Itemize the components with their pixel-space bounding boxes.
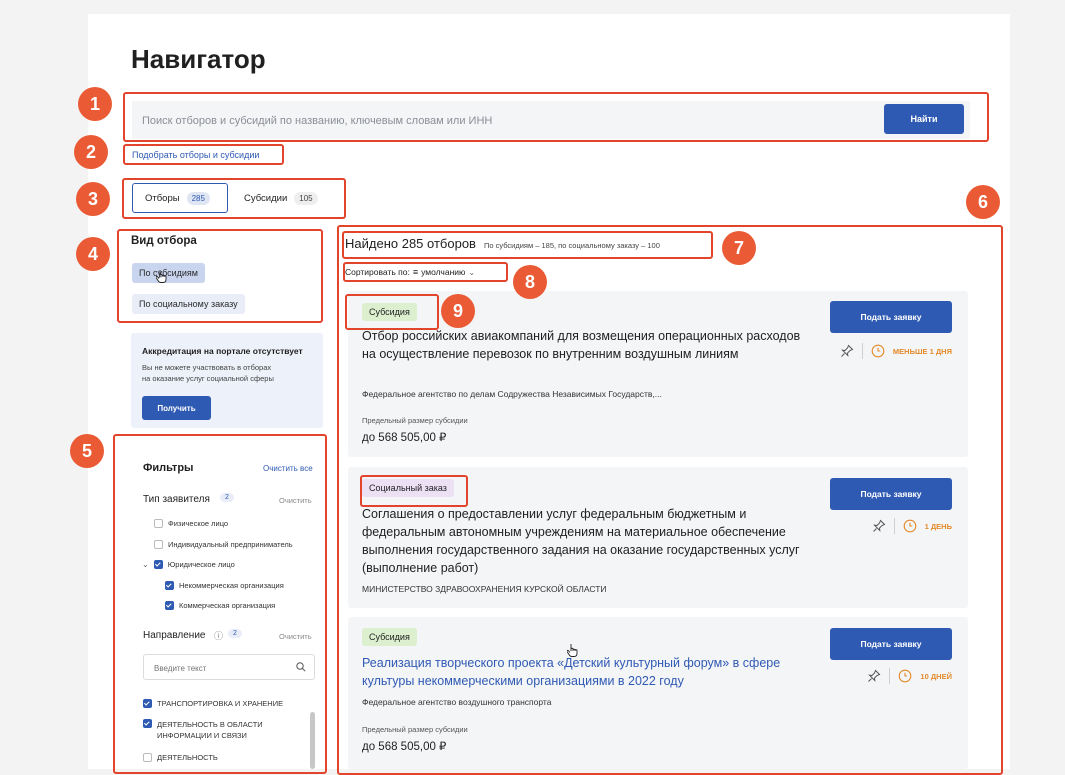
annotation-box bbox=[113, 434, 327, 774]
annotation-badge: 5 bbox=[70, 434, 104, 468]
annotation-box bbox=[123, 144, 284, 165]
annotation-box bbox=[342, 231, 713, 259]
annotation-badge: 3 bbox=[76, 182, 110, 216]
page-title: Навигатор bbox=[131, 44, 266, 74]
annotation-badge: 4 bbox=[76, 237, 110, 271]
annotation-badge: 8 bbox=[513, 265, 547, 299]
annotation-box bbox=[360, 475, 468, 507]
annotation-badge: 1 bbox=[78, 87, 112, 121]
annotation-badge: 6 bbox=[966, 185, 1000, 219]
accreditation-text-line: Вы не можете участвовать в отборах bbox=[142, 363, 272, 372]
annotation-badge: 2 bbox=[74, 135, 108, 169]
accreditation-notice: Аккредитация на портале отсутствует Вы н… bbox=[131, 333, 323, 428]
annotation-box bbox=[345, 294, 439, 330]
annotation-box bbox=[122, 178, 346, 219]
annotation-badge: 7 bbox=[722, 231, 756, 265]
annotation-box bbox=[343, 262, 508, 282]
annotation-badge: 9 bbox=[441, 294, 475, 328]
annotation-box bbox=[117, 229, 323, 323]
accreditation-text-line: на оказание услуг социальной сферы bbox=[142, 374, 274, 383]
accreditation-title: Аккредитация на портале отсутствует bbox=[142, 346, 303, 356]
annotation-box bbox=[123, 92, 989, 142]
get-accreditation-button[interactable]: Получить bbox=[142, 396, 211, 420]
accreditation-text: Вы не можете участвовать в отборах на ок… bbox=[142, 362, 312, 384]
